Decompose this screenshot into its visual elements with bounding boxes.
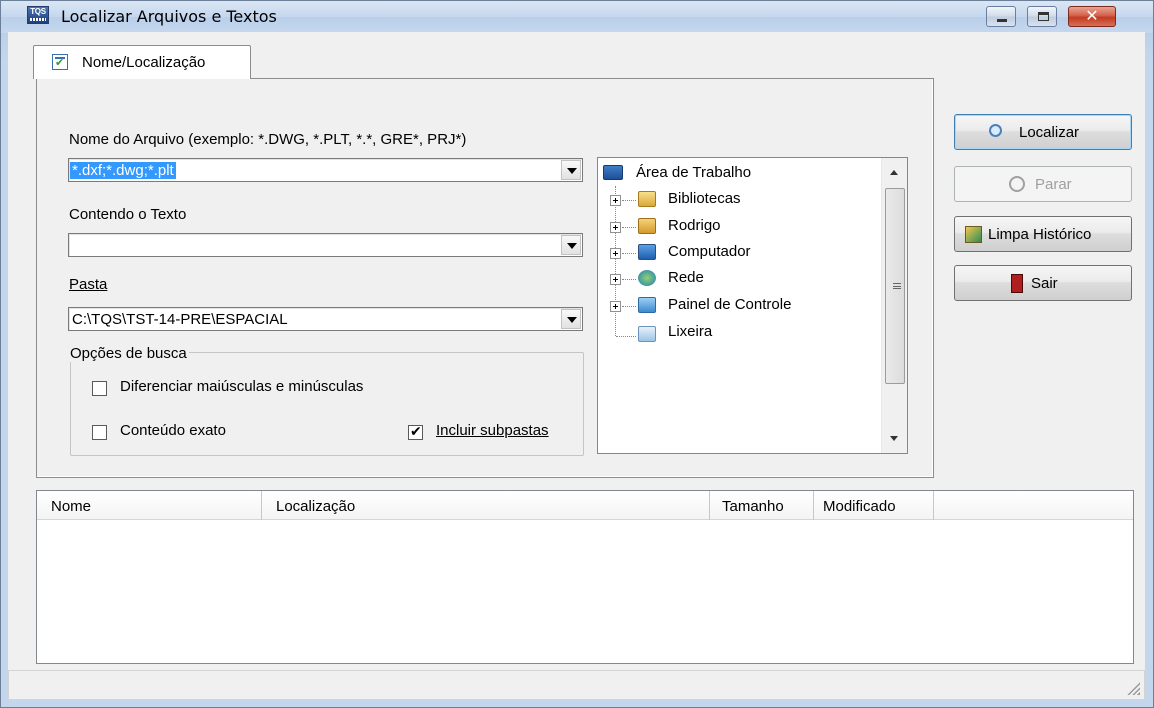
window-title: Localizar Arquivos e Textos <box>61 7 277 26</box>
folder-label: Pasta <box>69 276 107 293</box>
search-button-label: Localizar <box>1019 124 1079 141</box>
column-header-name[interactable]: Nome <box>37 491 262 520</box>
close-button[interactable]: ✕ <box>1068 6 1116 27</box>
exit-button[interactable]: Sair <box>954 265 1132 301</box>
desktop-icon <box>603 165 623 180</box>
user-folder-icon <box>638 218 656 234</box>
broom-icon <box>965 226 982 243</box>
scrollbar-thumb[interactable] <box>885 188 905 384</box>
title-bar[interactable]: TQS Localizar Arquivos e Textos ✕ <box>1 1 1153 33</box>
chevron-down-icon[interactable] <box>561 235 581 255</box>
maximize-icon <box>1038 12 1049 21</box>
column-header-label: Modificado <box>823 498 896 515</box>
results-list[interactable]: Nome Localização Tamanho Modificado <box>36 490 1134 664</box>
status-bar <box>8 670 1145 700</box>
checklist-icon <box>52 54 68 70</box>
minimize-icon <box>997 19 1007 22</box>
folder-value: C:\TQS\TST-14-PRE\ESPACIAL <box>72 311 288 328</box>
tree-item-libraries[interactable]: Bibliotecas <box>668 190 741 207</box>
column-header-size[interactable]: Tamanho <box>710 491 814 520</box>
results-header: Nome Localização Tamanho Modificado <box>37 491 1133 520</box>
tree-item-recycle-bin[interactable]: Lixeira <box>668 323 712 340</box>
case-sensitive-checkbox[interactable] <box>92 381 107 396</box>
exact-content-checkbox[interactable] <box>92 425 107 440</box>
scroll-down-icon[interactable] <box>890 436 898 441</box>
tree-item-computer[interactable]: Computador <box>668 243 751 260</box>
tab-label: Nome/Localização <box>82 54 206 71</box>
exit-button-label: Sair <box>1031 275 1058 292</box>
search-button[interactable]: Localizar <box>954 114 1132 150</box>
search-options-title: Opções de busca <box>68 345 189 362</box>
tree-item-control-panel[interactable]: Painel de Controle <box>668 296 791 313</box>
column-header-label: Localização <box>276 498 356 515</box>
minimize-button[interactable] <box>986 6 1016 27</box>
column-header-modified[interactable]: Modificado <box>814 491 934 520</box>
filename-label: Nome do Arquivo (exemplo: *.DWG, *.PLT, … <box>69 131 467 148</box>
column-header-location[interactable]: Localização <box>262 491 710 520</box>
computer-icon <box>638 244 656 260</box>
tree-item-rodrigo[interactable]: Rodrigo <box>668 217 721 234</box>
stop-button[interactable]: Parar <box>954 166 1132 202</box>
exact-content-label: Conteúdo exato <box>120 422 226 439</box>
chevron-down-icon[interactable] <box>561 309 581 329</box>
search-options-group <box>70 352 584 456</box>
include-subfolders-checkbox[interactable] <box>408 423 423 440</box>
close-icon: ✕ <box>1085 8 1099 25</box>
filename-combobox[interactable]: *.dxf;*.dwg;*.plt <box>68 158 583 182</box>
stop-button-label: Parar <box>1035 176 1072 193</box>
magnifier-icon <box>989 124 1002 137</box>
filename-value: *.dxf;*.dwg;*.plt <box>70 162 176 179</box>
tab-nome-localizacao[interactable]: Nome/Localização <box>33 45 251 79</box>
column-header-label: Tamanho <box>722 498 784 515</box>
resize-grip-icon[interactable] <box>1126 681 1140 695</box>
contains-text-combobox[interactable] <box>68 233 583 257</box>
include-subfolders-label-text: Incluir subpastas <box>436 422 549 439</box>
tree-item-desktop[interactable]: Área de Trabalho <box>636 164 751 181</box>
folder-label-text: Pasta <box>69 276 108 293</box>
expand-icon[interactable] <box>610 195 621 206</box>
column-header-label: Nome <box>51 498 92 515</box>
expand-icon[interactable] <box>610 274 621 285</box>
contains-text-label: Contendo o Texto <box>69 206 187 223</box>
door-icon <box>1011 274 1023 293</box>
search-button-text: Localizar <box>1019 124 1080 141</box>
clear-history-button-label: Limpa Histórico <box>988 226 1092 243</box>
expand-icon[interactable] <box>610 248 621 259</box>
libraries-icon <box>638 191 656 207</box>
expand-icon[interactable] <box>610 222 621 233</box>
folder-combobox[interactable]: C:\TQS\TST-14-PRE\ESPACIAL <box>68 307 583 331</box>
app-icon: TQS <box>27 6 49 24</box>
clear-history-button[interactable]: Limpa Histórico <box>954 216 1132 252</box>
app-icon-text: TQS <box>30 7 46 16</box>
chevron-down-icon[interactable] <box>561 160 581 180</box>
case-sensitive-label: Diferenciar maiúsculas e minúsculas <box>120 378 364 395</box>
stop-icon <box>1009 176 1025 192</box>
folder-tree[interactable]: Área de Trabalho Bibliotecas Rodrigo Com… <box>597 157 908 454</box>
maximize-button[interactable] <box>1027 6 1057 27</box>
control-panel-icon <box>638 297 656 313</box>
scroll-up-icon[interactable] <box>890 170 898 175</box>
network-icon <box>638 270 656 286</box>
include-subfolders-label: Incluir subpastas <box>436 422 549 439</box>
recycle-bin-icon <box>638 326 656 342</box>
expand-icon[interactable] <box>610 301 621 312</box>
tree-scrollbar[interactable] <box>881 158 907 453</box>
tree-item-network[interactable]: Rede <box>668 269 704 286</box>
